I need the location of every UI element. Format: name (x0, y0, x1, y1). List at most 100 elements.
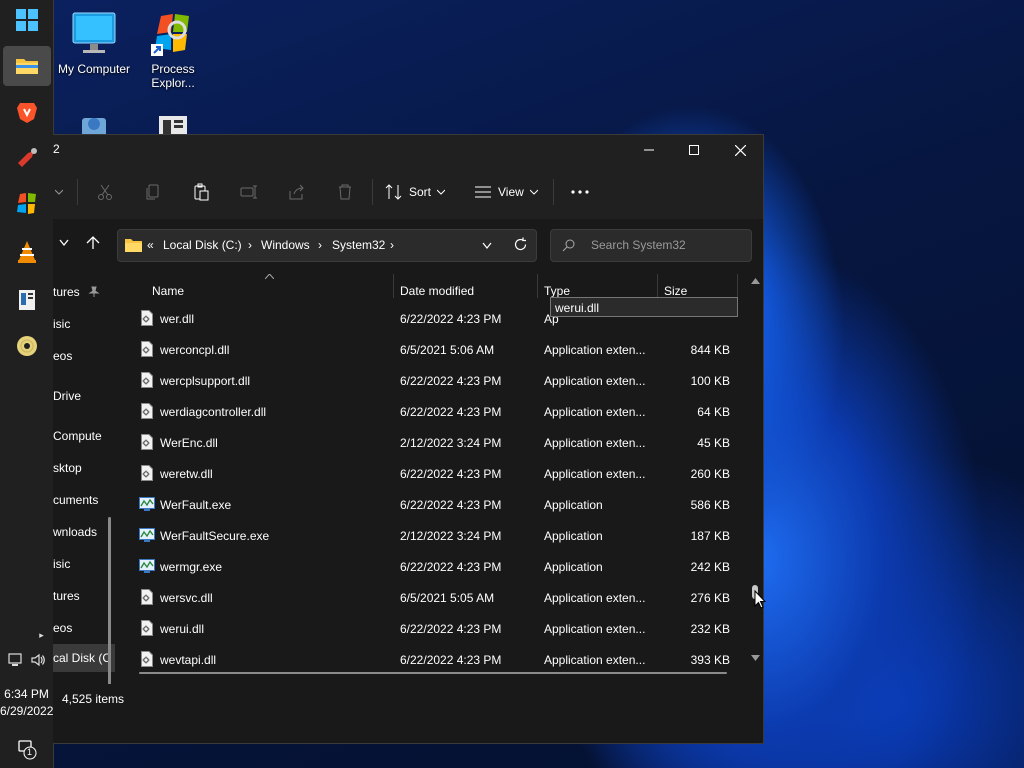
nav-item-documents[interactable]: cuments (53, 493, 113, 507)
more-options-button[interactable] (566, 178, 594, 206)
taskbar-app-book[interactable] (3, 280, 51, 320)
taskbar-vlc[interactable] (3, 232, 51, 272)
nav-item-onedrive[interactable]: Drive (53, 389, 113, 403)
sort-button[interactable]: Sort (385, 178, 449, 206)
volume-icon[interactable] (30, 652, 46, 671)
file-row[interactable]: weretw.dll 6/22/2022 4:23 PM Application e… (120, 458, 750, 489)
window-title: 2 (53, 142, 60, 156)
refresh-icon[interactable] (513, 237, 528, 252)
close-button[interactable] (717, 135, 763, 165)
taskbar-brave[interactable] (3, 92, 51, 132)
column-divider[interactable] (393, 274, 394, 298)
file-row[interactable]: wevtapi.dll 6/22/2022 4:23 PM Application … (120, 644, 750, 675)
column-divider[interactable] (737, 274, 738, 298)
nav-item-desktop[interactable]: sktop (53, 461, 113, 475)
nav-item-local-disk[interactable]: cal Disk (C (53, 644, 115, 672)
file-row[interactable]: werdiagcontroller.dll 6/22/2022 4:23 PM Ap… (120, 396, 750, 427)
taskbar-dvd[interactable] (3, 326, 51, 366)
nav-item-pictures-pc[interactable]: tures (53, 589, 113, 603)
clock[interactable]: 6:34 PM 6/29/2022 (0, 686, 53, 720)
file-size: 45 KB (697, 436, 730, 450)
process-explorer-icon (149, 10, 197, 58)
address-bar[interactable]: « Local Disk (C:) › Windows › System32 › (117, 229, 537, 262)
file-row[interactable]: wercplsupport.dll 6/22/2022 4:23 PM Applic… (120, 365, 750, 396)
search-box[interactable]: Search System32 (550, 229, 752, 262)
desktop-icon-partial-2[interactable] (133, 112, 213, 134)
breadcrumb-local-disk[interactable]: Local Disk (C:) (163, 238, 242, 252)
share-button[interactable] (283, 178, 311, 206)
column-divider[interactable] (537, 274, 538, 298)
file-row[interactable]: WerFault.exe 6/22/2022 4:23 PM Application… (120, 489, 750, 520)
file-row[interactable]: werui.dll 6/22/2022 4:23 PM Application ex… (120, 613, 750, 644)
breadcrumb-system32[interactable]: System32 (332, 238, 385, 252)
dll-file-icon (139, 465, 155, 481)
nav-item-this-pc[interactable]: Compute (53, 429, 113, 443)
taskbar-process-explorer[interactable] (3, 184, 51, 224)
desktop-icon-partial-1[interactable] (54, 112, 134, 134)
minimize-button[interactable] (626, 135, 672, 165)
nav-item-videos-pc[interactable]: eos (53, 621, 113, 635)
chevron-down-icon[interactable] (482, 242, 492, 249)
nav-item-downloads[interactable]: wnloads (53, 525, 113, 539)
file-name: weretw.dll (160, 467, 213, 481)
notification-center-button[interactable]: 1 (16, 738, 38, 760)
sort-label: Sort (409, 185, 432, 199)
file-row[interactable]: WerEnc.dll 2/12/2022 3:24 PM Application e… (120, 427, 750, 458)
dll-file-icon (139, 620, 155, 636)
file-row[interactable]: WerFaultSecure.exe 2/12/2022 3:24 PM Appli… (120, 520, 750, 551)
show-hidden-icons[interactable]: ▸ (0, 630, 53, 641)
paste-button[interactable] (187, 178, 215, 206)
breadcrumb-overflow[interactable]: « (147, 238, 154, 252)
book-icon (149, 112, 197, 134)
start-button[interactable] (3, 0, 51, 40)
close-icon (734, 144, 746, 156)
file-row[interactable]: wermgr.exe 6/22/2022 4:23 PM Application 24… (120, 551, 750, 582)
status-bar: 4,525 items (53, 684, 763, 743)
application-exe-icon (139, 527, 155, 543)
desktop-icon-process-explorer[interactable]: Process Explor... (133, 10, 213, 90)
delete-button[interactable] (331, 178, 359, 206)
file-type: Application exten... (544, 653, 646, 667)
rename-button[interactable] (235, 178, 263, 206)
taskbar-ccleaner[interactable] (3, 138, 51, 178)
column-name[interactable]: Name (152, 284, 184, 298)
cut-button[interactable] (91, 178, 119, 206)
chevron-down-icon (437, 189, 446, 195)
chevron-down-icon (55, 189, 63, 195)
column-divider[interactable] (657, 274, 658, 298)
nav-item-music-pc[interactable]: isic (53, 557, 113, 571)
scroll-up-arrow-icon[interactable] (751, 278, 760, 284)
desktop-icon-my-computer[interactable]: My Computer (54, 10, 134, 76)
nav-item-videos[interactable]: eos (53, 349, 113, 363)
taskbar-file-explorer[interactable] (3, 46, 51, 86)
nav-item-music[interactable]: isic (53, 317, 113, 331)
file-name: wevtapi.dll (160, 653, 217, 667)
breadcrumb-windows[interactable]: Windows (261, 238, 310, 252)
maximize-button[interactable] (671, 135, 717, 165)
column-date-modified[interactable]: Date modified (400, 284, 474, 298)
file-type: Application (544, 498, 603, 512)
file-date-modified: 6/22/2022 4:23 PM (400, 560, 502, 574)
horizontal-scrollbar[interactable] (139, 672, 727, 674)
dll-file-icon (139, 372, 155, 388)
file-row[interactable]: werconcpl.dll 6/5/2021 5:06 AM Application… (120, 334, 750, 365)
column-size[interactable]: Size (664, 284, 687, 298)
up-button[interactable] (86, 236, 100, 253)
new-dropdown-chevron[interactable] (53, 178, 65, 206)
network-icon[interactable] (7, 652, 24, 671)
file-explorer-window: 2 Sort View « Local Disk (C:) › Windows … (53, 134, 764, 744)
view-list-icon (475, 186, 491, 198)
view-button[interactable]: View (474, 178, 542, 206)
file-list: Name Date modified Type Size wer.dll 6/22… (120, 272, 763, 684)
copy-button[interactable] (139, 178, 167, 206)
file-type: Application exten... (544, 374, 646, 388)
column-type[interactable]: Type (544, 284, 570, 298)
chevron-right-icon: ▸ (39, 630, 44, 640)
recent-locations-button[interactable] (59, 236, 69, 250)
monitor-icon (70, 10, 118, 58)
scroll-down-arrow-icon[interactable] (751, 655, 760, 661)
nav-item-pictures[interactable]: tures (53, 285, 113, 299)
file-row[interactable]: wersvc.dll 6/5/2021 5:05 AM Application ex… (120, 582, 750, 613)
item-count: 4,525 items (62, 692, 125, 706)
title-bar[interactable]: 2 (53, 135, 763, 165)
